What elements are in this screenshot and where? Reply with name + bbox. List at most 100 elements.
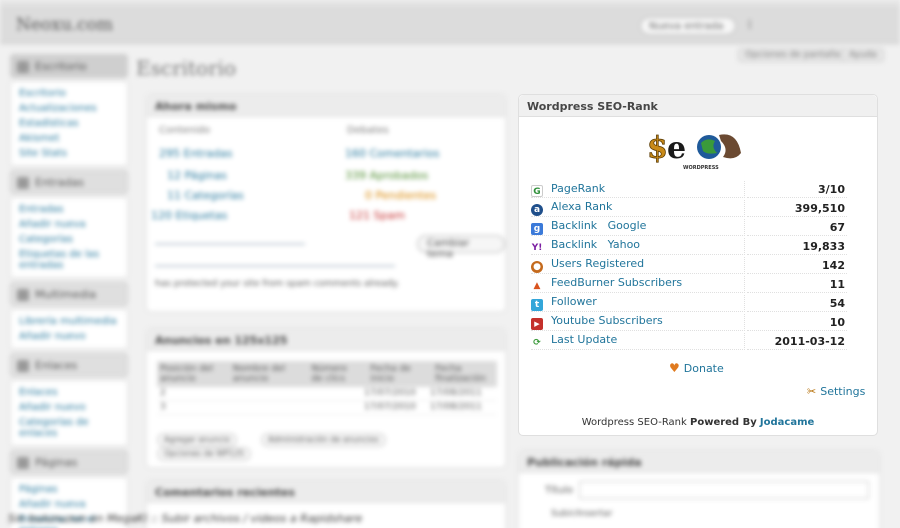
ads-widget: Anuncios en 125x125 Posición del anuncio… — [146, 328, 506, 468]
jodacame-link[interactable]: Jodacame — [760, 417, 814, 428]
stat-count: 121 — [349, 209, 370, 222]
sidebar-item[interactable]: Añadir nueva — [19, 217, 119, 232]
last-update-link[interactable]: ⟳ Last Update — [531, 333, 745, 350]
stat-row[interactable]: 160 Comentarios — [345, 147, 439, 160]
widget-title[interactable]: Publicación rápida — [519, 451, 879, 473]
sidebar-head-entradas[interactable]: Entradas — [10, 170, 128, 194]
row-value: 399,510 — [747, 200, 847, 217]
google-icon: G — [531, 184, 543, 197]
users-registered-link[interactable]: ● Users Registered — [531, 257, 745, 274]
donate-icon: ♥ — [669, 361, 680, 375]
pagerank-link[interactable]: G PageRank — [531, 181, 745, 198]
seo-logo-subtext: WORDPRESS — [683, 165, 719, 171]
update-icon: ⟳ — [531, 337, 543, 349]
widget-title[interactable]: Comentarios recientes — [147, 481, 505, 503]
twitter-icon: t — [531, 299, 543, 311]
row-value: 67 — [747, 219, 847, 236]
settings-tools-icon: ✂ — [807, 385, 817, 398]
sidebar-item[interactable]: Añadir nuevo — [19, 329, 119, 344]
ads-table-header: Posición del anuncio Nombre del anuncio … — [157, 361, 497, 387]
stat-row[interactable]: 339 Aprobados — [345, 169, 428, 182]
sidebar-item[interactable]: Site Stats — [19, 146, 119, 161]
sidebar-item[interactable]: Akismet — [19, 131, 119, 146]
table-row: t Follower 54 — [531, 295, 847, 312]
stat-row[interactable]: 121 Spam — [349, 209, 405, 222]
donate-link[interactable]: ♥ Donate — [669, 361, 724, 375]
seo-rank-title[interactable]: Wordpress SEO-Rank — [519, 95, 877, 117]
widget-title[interactable]: Ahora mismo — [147, 95, 505, 117]
stat-row[interactable]: 0 Pendientes — [365, 189, 436, 202]
backlink-yahoo-link[interactable]: Y! Backlink Yahoo — [531, 238, 745, 255]
youtube-subscribers-link[interactable]: ▶ Youtube Subscribers — [531, 314, 745, 331]
row-value: 2011-03-12 — [747, 333, 847, 350]
follower-link[interactable]: t Follower — [531, 295, 745, 312]
row-label: Backlink Google — [551, 219, 647, 232]
yahoo-icon: Y! — [531, 242, 543, 254]
sidebar-item[interactable]: Enlaces — [19, 385, 119, 400]
sidebar-item[interactable]: Escritorio — [19, 86, 119, 101]
ads-table: Posición del anuncio Nombre del anuncio … — [157, 361, 497, 415]
stat-count: 0 — [365, 189, 372, 202]
settings-label: Settings — [820, 385, 866, 398]
stat-label: Comentarios — [369, 147, 440, 160]
table-row: ▶ Youtube Subscribers 10 — [531, 314, 847, 331]
sidebar-submenu-multimedia: Librería multimedia Añadir nuevo — [10, 309, 128, 349]
table-row[interactable]: 2 17/07/2010 17/08/2011 — [157, 387, 497, 401]
row-label: Follower — [551, 295, 597, 308]
sidebar-item[interactable]: Páginas — [19, 482, 119, 497]
sidebar-head-enlaces[interactable]: Enlaces — [10, 353, 128, 377]
quick-press-widget: Publicación rápida Título Subir/Insertar — [518, 450, 880, 528]
sidebar-item[interactable]: Actualizaciones — [19, 101, 119, 116]
row-label: Youtube Subscribers — [551, 314, 663, 327]
alexa-rank-link[interactable]: a Alexa Rank — [531, 200, 745, 217]
wp125-options-button[interactable]: Opciones de WP125 — [157, 447, 252, 461]
new-post-button[interactable]: Nueva entrada — [640, 17, 736, 35]
quick-title-label: Título — [545, 485, 574, 496]
user-greeting[interactable]: | — [748, 19, 751, 30]
upload-insert-label: Subir/Insertar — [551, 509, 613, 519]
help-button[interactable]: Ayuda — [842, 48, 884, 62]
sidebar-item[interactable]: Librería multimedia — [19, 314, 119, 329]
sidebar-head-paginas[interactable]: Páginas — [10, 450, 128, 474]
feedburner-link[interactable]: ▲ FeedBurner Subscribers — [531, 276, 745, 293]
column-header: Número de clics — [311, 364, 348, 384]
stat-count: 160 — [345, 147, 366, 160]
sidebar-head-multimedia[interactable]: Multimedia — [10, 282, 128, 306]
stat-row[interactable]: 12 Páginas — [167, 169, 227, 182]
powered-by-text: Powered By — [690, 417, 757, 428]
row-label: Users Registered — [551, 257, 645, 270]
row-value: 142 — [747, 257, 847, 274]
sidebar-item[interactable]: Categorías — [19, 232, 119, 247]
quick-title-input[interactable] — [579, 481, 869, 499]
add-ad-button[interactable]: Agregar anuncio — [157, 433, 238, 447]
row-label: Alexa Rank — [551, 200, 613, 213]
stat-row[interactable]: 11 Categorías — [167, 189, 244, 202]
youtube-icon: ▶ — [531, 318, 543, 330]
screen-options-button[interactable]: Opciones de pantalla — [738, 48, 848, 62]
sidebar-head-escritorio[interactable]: Escritorio — [10, 54, 128, 78]
sidebar-item[interactable]: Etiquetas de las entradas — [19, 247, 119, 273]
row-value: 19,833 — [747, 238, 847, 255]
sidebar-item[interactable]: Categorías de enlaces — [19, 415, 119, 441]
stat-label: Páginas — [184, 169, 227, 182]
sidebar-submenu-entradas: Entradas Añadir nueva Categorías Etiquet… — [10, 197, 128, 278]
settings-link[interactable]: ✂ Settings — [807, 385, 865, 398]
svg-text:$: $ — [647, 131, 668, 166]
stat-label: Etiquetas — [175, 209, 228, 222]
stat-row[interactable]: 295 Entradas — [159, 147, 232, 160]
backlink-google-link[interactable]: g Backlink Google — [531, 219, 745, 236]
table-row: ▲ FeedBurner Subscribers 11 — [531, 276, 847, 293]
page-title: Escritorio — [136, 56, 237, 80]
column-header: Posición del anuncio — [160, 364, 214, 384]
manage-ads-button[interactable]: Administración de anuncios — [261, 433, 386, 447]
table-row[interactable]: 3 17/07/2010 17/08/2011 — [157, 401, 497, 415]
widget-title[interactable]: Anuncios en 125x125 — [147, 329, 505, 351]
sidebar-item[interactable]: Estadísticas — [19, 116, 119, 131]
sidebar-item[interactable]: Entradas — [19, 202, 119, 217]
sidebar-item[interactable]: Añadir nuevo — [19, 400, 119, 415]
table-row: G PageRank 3/10 — [531, 181, 847, 198]
change-theme-button[interactable]: Cambiar tema — [417, 235, 505, 260]
row-value: 10 — [747, 314, 847, 331]
stat-row[interactable]: 120 Etiquetas — [151, 209, 227, 222]
site-name[interactable]: Neoxu.com — [16, 15, 113, 35]
